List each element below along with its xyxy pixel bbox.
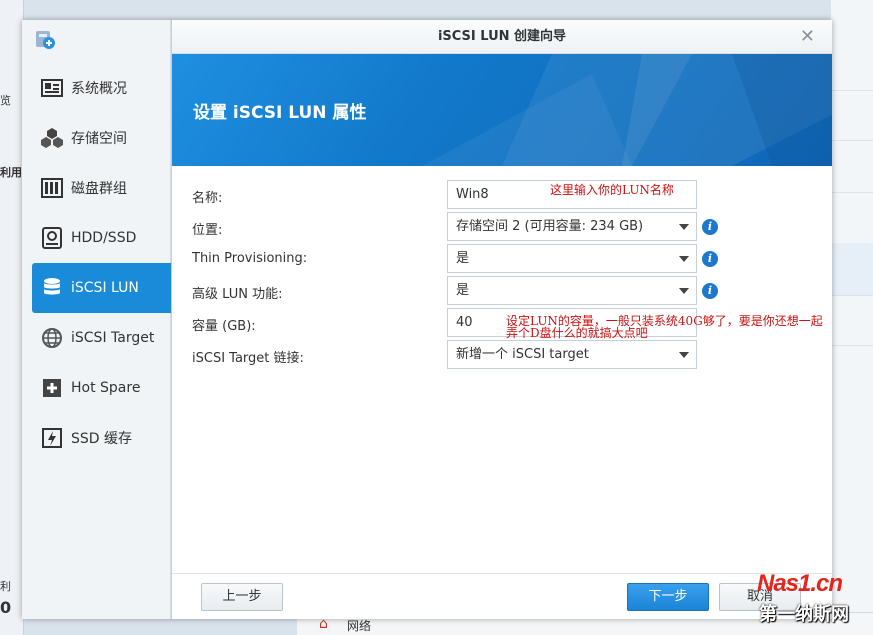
location-label: 位置: bbox=[192, 223, 223, 238]
background-window-left: 览 利用 利 0 bbox=[0, 0, 24, 635]
hdd-icon bbox=[42, 227, 62, 249]
background-text: 利用 bbox=[0, 166, 22, 179]
capacity-label: 容量 (GB): bbox=[192, 319, 256, 334]
watermark-site-name: 第一纳斯网 bbox=[759, 604, 849, 625]
sidebar-item-disk-group[interactable]: 磁盘群组 bbox=[22, 163, 171, 213]
ssd-cache-icon bbox=[42, 428, 62, 448]
form-row-iscsi-target: iSCSI Target 链接: 新增一个 iSCSI target bbox=[192, 340, 812, 370]
annotation-capacity-line2: 弄个D盘什么的就搞大点吧 bbox=[506, 326, 648, 340]
sidebar-item-label: 磁盘群组 bbox=[71, 181, 127, 197]
location-select-value: 存储空间 2 (可用容量: 234 GB) bbox=[456, 219, 644, 234]
iscsi-target-select-value: 新增一个 iSCSI target bbox=[456, 347, 589, 362]
background-text: 览 bbox=[0, 94, 11, 107]
thin-provisioning-select-value: 是 bbox=[456, 251, 470, 266]
advanced-lun-select-value: 是 bbox=[456, 283, 470, 298]
sidebar-item-volume[interactable]: 存储空间 bbox=[22, 113, 171, 163]
info-icon[interactable]: i bbox=[702, 219, 718, 235]
form-row-advanced-lun: 高级 LUN 功能: 是 i bbox=[192, 276, 812, 306]
plus-box-icon bbox=[43, 379, 61, 397]
site-watermark: Nas1.cn 第一纳斯网 bbox=[757, 570, 873, 630]
advanced-lun-label: 高级 LUN 功能: bbox=[192, 287, 283, 302]
storage-manager-window: 系统概况 存储空间 磁盘群组 HDD/SSD iSCSI LUN iSCSI T… bbox=[22, 20, 833, 619]
iscsi-lun-wizard-dialog: iSCSI LUN 创建向导 ✕ 设置 iSCSI LUN 属性 名称: Win… bbox=[171, 20, 833, 619]
info-icon[interactable]: i bbox=[702, 283, 718, 299]
sidebar-item-iscsi-target[interactable]: iSCSI Target bbox=[22, 313, 171, 363]
overview-icon bbox=[41, 79, 63, 97]
sidebar-item-label: iSCSI Target bbox=[71, 330, 155, 346]
iscsi-target-label: iSCSI Target 链接: bbox=[192, 351, 304, 366]
sidebar-item-iscsi-lun[interactable]: iSCSI LUN bbox=[32, 263, 171, 313]
iscsi-target-select[interactable]: 新增一个 iSCSI target bbox=[447, 340, 697, 369]
close-icon[interactable]: ✕ bbox=[800, 20, 815, 54]
chevron-down-icon bbox=[679, 352, 689, 358]
info-icon[interactable]: i bbox=[702, 251, 718, 267]
form-row-thin-provisioning: Thin Provisioning: 是 i bbox=[192, 244, 812, 274]
sidebar-item-hdd-ssd[interactable]: HDD/SSD bbox=[22, 213, 171, 263]
disk-group-icon bbox=[41, 178, 63, 198]
thin-provisioning-select[interactable]: 是 bbox=[447, 244, 697, 273]
background-network-label: 网络 bbox=[347, 619, 372, 633]
chevron-down-icon bbox=[679, 224, 689, 230]
form-row-location: 位置: 存储空间 2 (可用容量: 234 GB) i bbox=[192, 212, 812, 242]
watermark-domain: Nas1.cn bbox=[757, 570, 843, 597]
sidebar-item-ssd-cache[interactable]: SSD 缓存 bbox=[22, 413, 171, 463]
annotation-name: 这里输入你的LUN名称 bbox=[550, 183, 674, 197]
sidebar-nav: 系统概况 存储空间 磁盘群组 HDD/SSD iSCSI LUN iSCSI T… bbox=[22, 63, 171, 463]
dialog-title: iSCSI LUN 创建向导 bbox=[437, 29, 567, 44]
sidebar-item-label: 系统概况 bbox=[71, 81, 127, 97]
previous-button[interactable]: 上一步 bbox=[201, 583, 283, 611]
chevron-down-icon bbox=[679, 256, 689, 262]
next-button[interactable]: 下一步 bbox=[627, 583, 709, 611]
form-row-name: 名称: Win8 bbox=[192, 180, 812, 210]
chevron-down-icon bbox=[679, 288, 689, 294]
background-text: 利 bbox=[0, 580, 11, 593]
sidebar-item-overview[interactable]: 系统概况 bbox=[22, 63, 171, 113]
name-label: 名称: bbox=[192, 191, 223, 206]
advanced-lun-select[interactable]: 是 bbox=[447, 276, 697, 305]
sidebar-item-label: SSD 缓存 bbox=[71, 431, 133, 447]
background-text: 0 bbox=[0, 598, 12, 617]
sidebar-item-label: iSCSI LUN bbox=[71, 280, 139, 296]
banner-title: 设置 iSCSI LUN 属性 bbox=[193, 103, 367, 123]
cubes-icon bbox=[41, 128, 63, 148]
sidebar-item-label: HDD/SSD bbox=[71, 230, 137, 246]
dialog-banner: 设置 iSCSI LUN 属性 bbox=[172, 54, 832, 166]
dialog-titlebar: iSCSI LUN 创建向导 ✕ bbox=[172, 20, 832, 54]
sidebar-item-hot-spare[interactable]: Hot Spare bbox=[22, 363, 171, 413]
dialog-footer: 上一步 下一步 取消 bbox=[172, 573, 833, 619]
location-select[interactable]: 存储空间 2 (可用容量: 234 GB) bbox=[447, 212, 697, 241]
sidebar: 系统概况 存储空间 磁盘群组 HDD/SSD iSCSI LUN iSCSI T… bbox=[22, 20, 171, 619]
globe-icon bbox=[42, 328, 62, 348]
sidebar-item-label: 存储空间 bbox=[71, 131, 127, 147]
database-icon bbox=[44, 278, 60, 295]
background-window-right bbox=[831, 0, 873, 635]
thin-provisioning-label: Thin Provisioning: bbox=[192, 251, 308, 266]
app-icon bbox=[36, 31, 55, 49]
sidebar-item-label: Hot Spare bbox=[71, 380, 141, 396]
